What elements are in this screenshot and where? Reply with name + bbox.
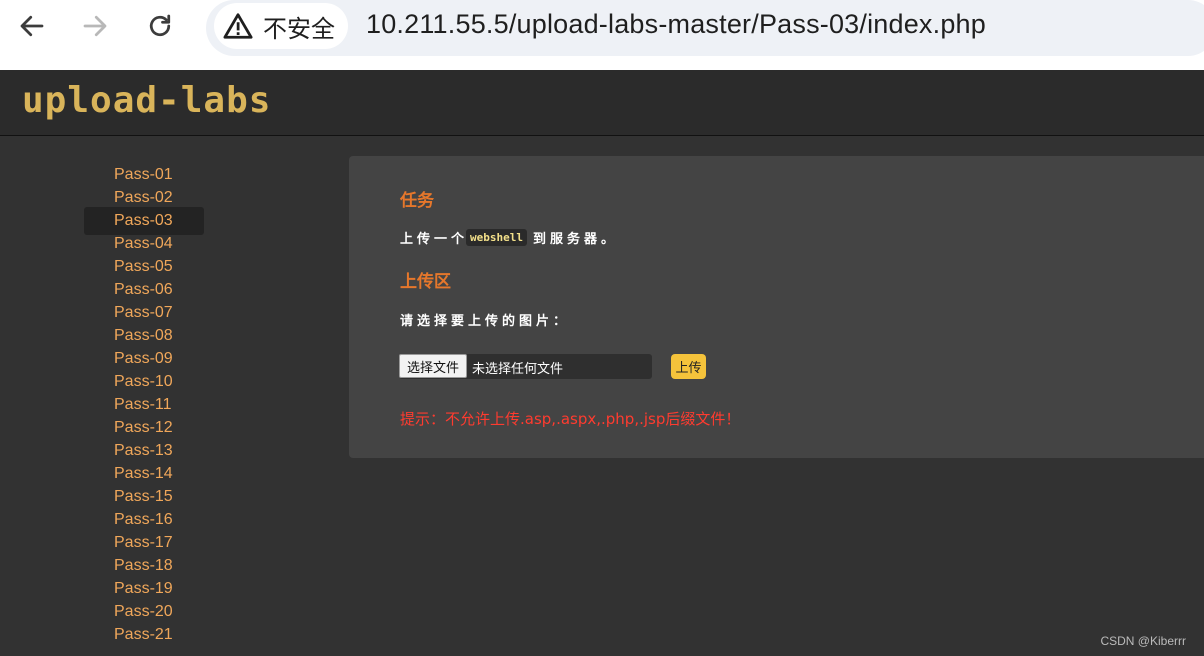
sidebar-item-pass-11[interactable]: Pass-11 <box>84 393 204 416</box>
security-indicator[interactable]: 不安全 <box>214 3 348 49</box>
task-text-before: 上传一个 <box>400 232 469 247</box>
reload-icon <box>149 14 171 37</box>
sidebar-item-pass-06[interactable]: Pass-06 <box>84 278 204 301</box>
sidebar-item-pass-09[interactable]: Pass-09 <box>84 347 204 370</box>
back-button[interactable] <box>15 9 49 43</box>
upload-heading: 上传区 <box>400 272 451 292</box>
sidebar-item-pass-21[interactable]: Pass-21 <box>84 623 204 646</box>
sidebar-item-pass-14[interactable]: Pass-14 <box>84 462 204 485</box>
site-logo[interactable]: upload-labs <box>22 80 271 121</box>
task-heading: 任务 <box>400 191 434 211</box>
sidebar-item-pass-07[interactable]: Pass-07 <box>84 301 204 324</box>
sidebar-item-pass-03[interactable]: Pass-03 <box>84 207 204 235</box>
sidebar-item-pass-05[interactable]: Pass-05 <box>84 255 204 278</box>
choose-file-button[interactable]: 选择文件 <box>399 354 467 378</box>
watermark: CSDN @Kiberrr <box>1100 634 1186 648</box>
sidebar-item-pass-19[interactable]: Pass-19 <box>84 577 204 600</box>
arrow-left-icon <box>20 15 44 37</box>
file-status: 未选择任何文件 <box>472 362 564 377</box>
warning-icon <box>223 13 253 39</box>
sidebar-item-pass-08[interactable]: Pass-08 <box>84 324 204 347</box>
security-label: 不安全 <box>263 14 335 43</box>
browser-toolbar: 不安全 10.211.55.5/upload-labs-master/Pass-… <box>0 0 1204 71</box>
upload-hint: 提示：不允许上传.asp,.aspx,.php,.jsp后缀文件！ <box>400 410 741 428</box>
sidebar-item-pass-10[interactable]: Pass-10 <box>84 370 204 393</box>
sidebar-item-pass-16[interactable]: Pass-16 <box>84 508 204 531</box>
sidebar-item-pass-20[interactable]: Pass-20 <box>84 600 204 623</box>
file-input[interactable]: 选择文件 未选择任何文件 <box>399 354 652 379</box>
sidebar-item-pass-01[interactable]: Pass-01 <box>84 163 204 186</box>
sidebar-item-pass-15[interactable]: Pass-15 <box>84 485 204 508</box>
url-text[interactable]: 10.211.55.5/upload-labs-master/Pass-03/i… <box>366 9 986 40</box>
choose-file-label: 请选择要上传的图片： <box>400 314 571 329</box>
upload-submit-button[interactable]: 上传 <box>671 354 706 379</box>
sidebar-item-pass-13[interactable]: Pass-13 <box>84 439 204 462</box>
arrow-right-icon <box>83 15 107 37</box>
forward-button[interactable] <box>78 9 112 43</box>
task-text-after: 到服务器。 <box>533 232 619 247</box>
task-code: webshell <box>466 229 527 246</box>
sidebar-item-pass-12[interactable]: Pass-12 <box>84 416 204 439</box>
task-description: 上传一个 webshell 到服务器。 <box>400 228 618 247</box>
main-panel: 任务 上传一个 webshell 到服务器。 上传区 请选择要上传的图片： 选择… <box>349 156 1204 458</box>
site-header: upload-labs <box>0 70 1204 136</box>
sidebar-item-pass-17[interactable]: Pass-17 <box>84 531 204 554</box>
reload-button[interactable] <box>143 9 177 43</box>
sidebar-item-pass-18[interactable]: Pass-18 <box>84 554 204 577</box>
sidebar-item-pass-04[interactable]: Pass-04 <box>84 232 204 255</box>
sidebar-item-pass-02[interactable]: Pass-02 <box>84 186 204 209</box>
pass-nav: Pass-01 Pass-02 Pass-03 Pass-04 Pass-05 Pass-… <box>84 163 204 646</box>
